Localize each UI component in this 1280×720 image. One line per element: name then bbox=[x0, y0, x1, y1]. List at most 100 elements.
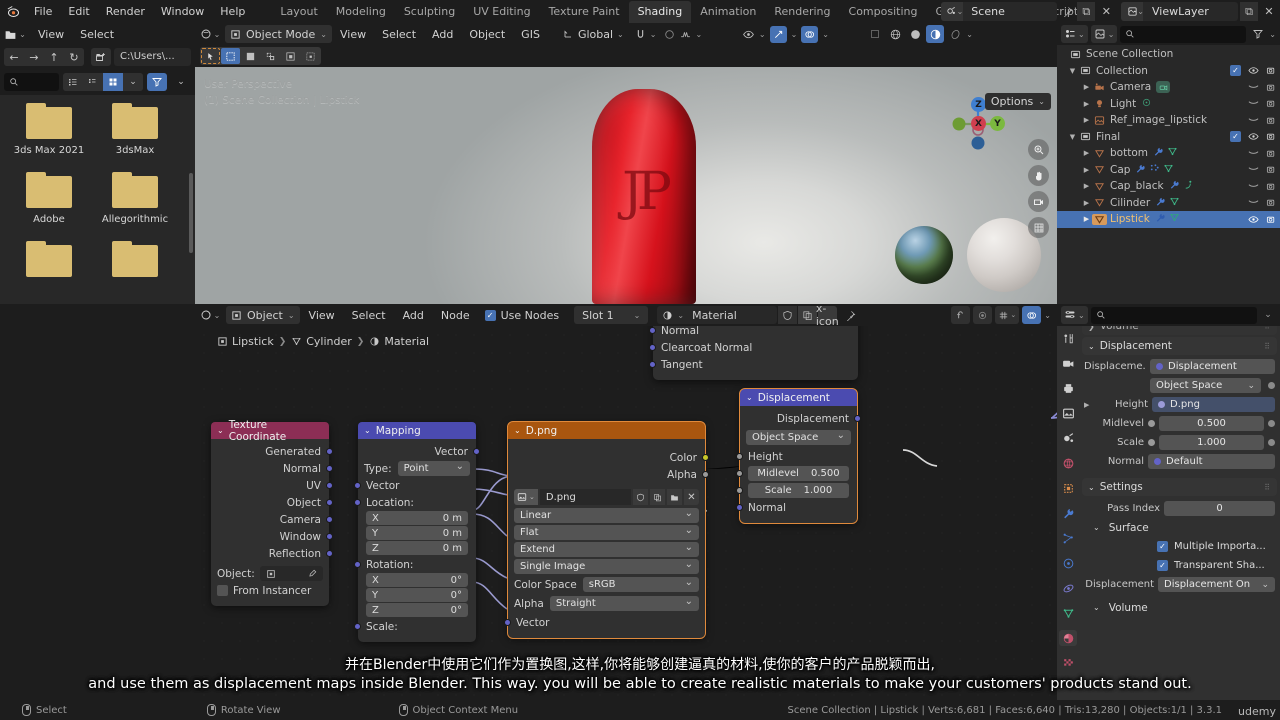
location-y-field[interactable]: Y 0 m bbox=[366, 526, 468, 540]
zoom-icon[interactable] bbox=[1028, 139, 1049, 160]
camera-icon[interactable] bbox=[1028, 191, 1049, 212]
collapse-chevron-icon[interactable]: ⌄ bbox=[746, 393, 753, 402]
rendered-icon[interactable] bbox=[946, 25, 964, 43]
ne-menu-view[interactable]: View bbox=[301, 304, 343, 327]
row-space[interactable]: Object Space ⌄ bbox=[1079, 376, 1280, 395]
hidden-eye-icon[interactable] bbox=[1247, 114, 1259, 126]
tab-texture-paint[interactable]: Texture Paint bbox=[540, 1, 629, 23]
collapse-chevron-icon[interactable]: ⌄ bbox=[217, 426, 224, 435]
folder-item[interactable]: 3ds Max 2021 bbox=[12, 103, 86, 156]
space-dropdown[interactable]: Object Space ⌄ bbox=[1150, 378, 1261, 393]
node-header[interactable]: ⌄ Texture Coordinate bbox=[211, 419, 329, 443]
expand-triangle-icon[interactable]: ▶ bbox=[1081, 199, 1092, 207]
select-extend-icon[interactable] bbox=[281, 48, 300, 64]
expand-triangle-icon[interactable]: ▶ bbox=[1081, 100, 1092, 108]
vp-menu-select[interactable]: Select bbox=[374, 23, 424, 46]
snap-magnet-icon[interactable]: ⌄ bbox=[995, 306, 1020, 324]
outliner-search-input[interactable] bbox=[1120, 25, 1247, 43]
tab-rendering[interactable]: Rendering bbox=[765, 1, 839, 23]
node-output-displacement[interactable]: Displacement bbox=[740, 410, 861, 427]
modifier-icon[interactable] bbox=[1155, 196, 1166, 210]
horizontal-list-icon[interactable] bbox=[83, 73, 103, 91]
node-output-camera[interactable]: Camera bbox=[211, 511, 333, 528]
vp-menu-gis[interactable]: GIS bbox=[513, 23, 548, 46]
chevron-down-icon[interactable]: ⌄ bbox=[1093, 603, 1100, 612]
ne-menu-node[interactable]: Node bbox=[433, 304, 478, 327]
socket-scale[interactable] bbox=[354, 623, 361, 630]
expand-triangle-icon[interactable]: ▶ bbox=[1081, 215, 1092, 223]
node-input-vector[interactable]: Vector bbox=[354, 477, 476, 494]
use-nodes-toggle[interactable]: ✓ Use Nodes bbox=[484, 309, 559, 322]
modifier-icon[interactable] bbox=[1135, 163, 1146, 177]
nav-refresh-button[interactable]: ↻ bbox=[64, 48, 84, 66]
breadcrumb-mesh[interactable]: Cylinder bbox=[291, 335, 352, 348]
node-input-clearcoat-normal[interactable]: Clearcoat Normal bbox=[649, 339, 858, 356]
scene-close-button[interactable]: ✕ bbox=[1097, 2, 1115, 21]
socket-clearcoat-normal[interactable] bbox=[649, 344, 656, 351]
pin-icon[interactable] bbox=[842, 310, 860, 321]
space-dropdown[interactable]: Object Space bbox=[746, 430, 851, 445]
tab-tool-icon[interactable] bbox=[1059, 330, 1077, 346]
image-name-field[interactable]: D.png bbox=[539, 489, 631, 505]
socket-tangent[interactable] bbox=[649, 361, 656, 368]
select-more-icon[interactable] bbox=[301, 48, 320, 64]
folder-item[interactable]: Allegorithmic bbox=[98, 172, 172, 225]
midlevel-value[interactable]: 0.500 bbox=[1159, 416, 1264, 431]
displacement-method-dropdown[interactable]: Displacement On ⌄ bbox=[1158, 577, 1275, 592]
tab-output-icon[interactable] bbox=[1059, 380, 1077, 396]
animate-dot-icon[interactable] bbox=[1268, 420, 1275, 427]
socket-rotation[interactable] bbox=[354, 561, 361, 568]
outliner-row-lipstick[interactable]: ▶ Lipstick bbox=[1057, 211, 1280, 228]
node-output-uv[interactable]: UV bbox=[211, 477, 333, 494]
tab-animation[interactable]: Animation bbox=[691, 1, 765, 23]
node-input-vector[interactable]: Vector bbox=[504, 614, 705, 631]
menu-file[interactable]: File bbox=[26, 0, 60, 23]
chevron-down-icon[interactable]: ⌄ bbox=[1093, 523, 1100, 532]
camera-icon[interactable] bbox=[1265, 164, 1277, 176]
properties-search-input[interactable] bbox=[1090, 306, 1257, 324]
fb-menu-view[interactable]: View bbox=[30, 23, 72, 46]
solid-filled-icon[interactable] bbox=[906, 25, 924, 43]
node-input-height[interactable]: Height bbox=[736, 448, 857, 465]
curve-icon[interactable] bbox=[1183, 179, 1194, 193]
socket-camera[interactable] bbox=[326, 516, 333, 523]
tab-layout[interactable]: Layout bbox=[271, 1, 326, 23]
normal-value[interactable]: Default bbox=[1148, 454, 1275, 469]
mesh-data-icon[interactable] bbox=[1169, 196, 1180, 210]
node-input-normal[interactable]: Normal bbox=[736, 499, 857, 516]
tab-scene-icon[interactable] bbox=[1059, 430, 1077, 446]
socket-midlevel[interactable] bbox=[736, 470, 743, 477]
animate-dot-icon[interactable] bbox=[1268, 382, 1275, 389]
outliner-display-icon[interactable]: ⌄ bbox=[1061, 25, 1088, 43]
transform-orientation-selector[interactable]: Global ⌄ bbox=[562, 28, 624, 41]
thumbnail-grid-icon[interactable] bbox=[103, 73, 123, 91]
solid-icon[interactable] bbox=[886, 25, 904, 43]
node-from-instancer-row[interactable]: From Instancer bbox=[211, 582, 329, 599]
ne-menu-add[interactable]: Add bbox=[395, 304, 432, 327]
socket-vector-in[interactable] bbox=[354, 482, 361, 489]
camera-icon[interactable] bbox=[1265, 180, 1277, 192]
socket-window[interactable] bbox=[326, 533, 333, 540]
wireframe-icon[interactable] bbox=[866, 25, 884, 43]
collapse-chevron-icon[interactable]: ⌄ bbox=[364, 426, 371, 435]
menu-window[interactable]: Window bbox=[153, 0, 212, 23]
modifier-icon[interactable] bbox=[1169, 179, 1180, 193]
expand-triangle-icon[interactable]: ▶ bbox=[1084, 401, 1096, 409]
camera-icon[interactable] bbox=[1265, 147, 1277, 159]
camera-icon[interactable] bbox=[1265, 98, 1277, 110]
node-object-field-row[interactable]: Object: bbox=[211, 565, 329, 582]
file-browser-scrollbar[interactable] bbox=[189, 173, 193, 253]
snap-icon[interactable] bbox=[951, 306, 971, 324]
object-field[interactable] bbox=[259, 566, 323, 581]
select-box-icon[interactable] bbox=[221, 48, 240, 64]
hidden-eye-icon[interactable] bbox=[1247, 164, 1259, 176]
extension-dropdown[interactable]: Extend bbox=[514, 542, 699, 557]
panel-grip-icon[interactable]: ⠿ bbox=[1264, 326, 1271, 331]
mesh-data-icon[interactable] bbox=[1163, 163, 1174, 177]
folder-item[interactable] bbox=[98, 241, 172, 283]
node-output-color[interactable]: Color bbox=[508, 449, 709, 466]
node-output-object[interactable]: Object bbox=[211, 494, 333, 511]
gizmo-axis-z[interactable]: Z bbox=[971, 97, 986, 112]
node-output-generated[interactable]: Generated bbox=[211, 443, 333, 460]
eye-icon[interactable] bbox=[1247, 213, 1259, 225]
